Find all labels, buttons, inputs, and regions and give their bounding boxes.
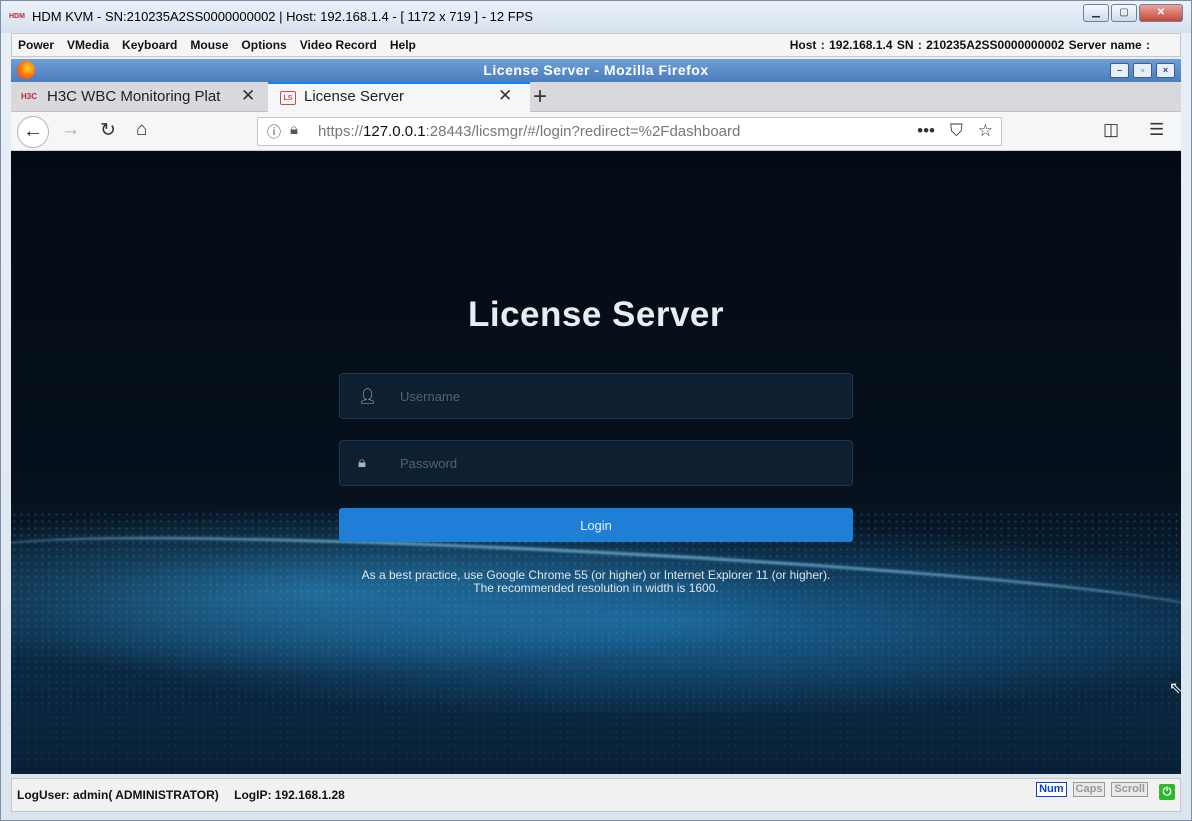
url-text[interactable]: https://127.0.0.1:28443/licsmgr/#/login?… xyxy=(318,123,740,140)
reload-icon[interactable]: ↻ xyxy=(100,119,116,142)
username-input[interactable] xyxy=(400,386,830,406)
hamburger-menu-icon[interactable]: ☰ xyxy=(1149,120,1164,140)
login-page: License Server 👤︎ 🔒︎ Login As a best pra… xyxy=(11,151,1181,774)
kvm-host-info: Host : 192.168.1.4 SN : 210235A2SS000000… xyxy=(789,38,1150,52)
menu-help[interactable]: Help xyxy=(390,38,416,52)
lock-indicators: Num Caps Scroll xyxy=(1036,782,1148,797)
url-rest: :28443/licsmgr/#/login?redirect=%2Fdashb… xyxy=(425,123,741,140)
hdm-logo-icon: HDM xyxy=(9,13,25,20)
kvm-window-controls: ▁ ▢ ✕ xyxy=(1083,4,1183,22)
kvm-statusbar: LogUser: admin( ADMINISTRATOR) LogIP: 19… xyxy=(11,778,1181,812)
sidebar-icon[interactable]: ◫ xyxy=(1103,120,1119,140)
info-icon[interactable]: ⓘ xyxy=(267,122,281,142)
ls-favicon-icon: LS xyxy=(280,91,296,105)
tab-close-icon[interactable]: ✕ xyxy=(241,86,255,106)
insecure-lock-icon[interactable]: 🔒︎ xyxy=(290,121,298,138)
firefox-minimize-icon[interactable]: – xyxy=(1110,63,1129,78)
firefox-close-icon[interactable]: × xyxy=(1156,63,1175,78)
tab-label: H3C WBC Monitoring Plat xyxy=(47,88,221,105)
tab-close-icon[interactable]: ✕ xyxy=(498,86,512,106)
menu-vmedia[interactable]: VMedia xyxy=(67,38,109,52)
caps-lock-indicator: Caps xyxy=(1072,782,1106,797)
power-icon[interactable]: ⏻ xyxy=(1159,784,1175,800)
kvm-window: HDM HDM KVM - SN:210235A2SS0000000002 | … xyxy=(0,0,1192,821)
tab-bar: H3C H3C WBC Monitoring Plat ✕ LS License… xyxy=(11,82,1181,112)
firefox-restore-icon[interactable]: ▫ xyxy=(1133,63,1152,78)
menu-power[interactable]: Power xyxy=(18,38,54,52)
url-prefix: https:// xyxy=(318,123,364,140)
page-title: License Server xyxy=(467,295,725,334)
lock-icon: 🔒︎ xyxy=(358,454,366,471)
menu-video-record[interactable]: Video Record xyxy=(300,38,377,52)
forward-icon[interactable]: → xyxy=(61,119,80,141)
url-actions: ••• ⛉ ☆ xyxy=(917,121,993,141)
log-ip: LogIP: 192.168.1.28 xyxy=(234,788,345,802)
menu-keyboard[interactable]: Keyboard xyxy=(122,38,177,52)
login-button[interactable]: Login xyxy=(339,508,853,542)
minimize-icon[interactable]: ▁ xyxy=(1083,4,1109,22)
log-user: LogUser: admin( ADMINISTRATOR) xyxy=(17,788,219,802)
tab-h3c-wbc[interactable]: H3C H3C WBC Monitoring Plat ✕ xyxy=(11,82,267,112)
password-field[interactable]: 🔒︎ xyxy=(339,440,853,486)
num-lock-indicator: Num xyxy=(1036,782,1067,797)
tab-label: License Server xyxy=(304,88,405,105)
firefox-window: License Server - Mozilla Firefox – ▫ × H… xyxy=(11,59,1181,774)
scroll-lock-indicator: Scroll xyxy=(1111,782,1148,797)
page-actions-icon[interactable]: ••• xyxy=(917,121,935,141)
browser-hint: As a best practice, use Google Chrome 55… xyxy=(361,568,831,595)
session-info: LogUser: admin( ADMINISTRATOR) LogIP: 19… xyxy=(17,788,357,802)
close-icon[interactable]: ✕ xyxy=(1139,4,1183,22)
home-icon[interactable]: ⌂ xyxy=(136,119,147,141)
navigation-bar: ← → ↻ ⌂ ⓘ 🔒︎ https://127.0.0.1:28443/lic… xyxy=(11,112,1181,151)
h3c-favicon-icon: H3C xyxy=(21,92,38,101)
maximize-icon[interactable]: ▢ xyxy=(1111,4,1137,22)
kvm-window-title: HDM KVM - SN:210235A2SS0000000002 | Host… xyxy=(32,9,534,24)
pocket-icon[interactable]: ⛉ xyxy=(950,121,963,141)
firefox-window-controls: – ▫ × xyxy=(1110,63,1175,78)
mouse-cursor-icon: ⇖ xyxy=(1169,680,1181,697)
kvm-titlebar: HDM HDM KVM - SN:210235A2SS0000000002 | … xyxy=(1,1,1191,33)
menu-options[interactable]: Options xyxy=(241,38,286,52)
bookmark-star-icon[interactable]: ☆ xyxy=(978,121,993,141)
user-icon: 👤︎ xyxy=(358,388,378,405)
firefox-titlebar: License Server - Mozilla Firefox – ▫ × xyxy=(11,59,1181,82)
back-icon[interactable]: ← xyxy=(17,116,49,148)
username-field[interactable]: 👤︎ xyxy=(339,373,853,419)
url-bar[interactable]: ⓘ 🔒︎ https://127.0.0.1:28443/licsmgr/#/l… xyxy=(257,117,1002,146)
password-input[interactable] xyxy=(400,453,830,473)
menu-mouse[interactable]: Mouse xyxy=(190,38,228,52)
url-host: 127.0.0.1 xyxy=(363,123,426,140)
new-tab-icon[interactable]: + xyxy=(533,83,547,111)
kvm-menubar: Power VMedia Keyboard Mouse Options Vide… xyxy=(11,33,1181,57)
tab-license-server[interactable]: LS License Server ✕ xyxy=(268,82,530,112)
kvm-menu: Power VMedia Keyboard Mouse Options Vide… xyxy=(18,38,416,52)
firefox-window-title: License Server - Mozilla Firefox xyxy=(483,62,709,78)
